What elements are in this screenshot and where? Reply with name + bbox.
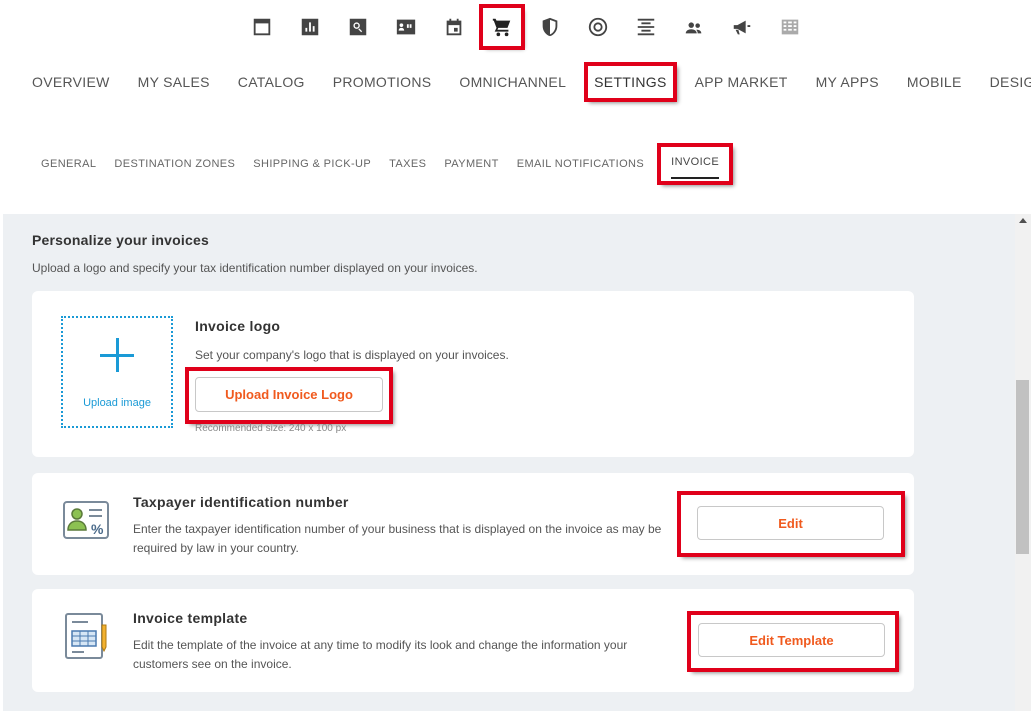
edit-template-highlight: Edit Template [687, 611, 899, 672]
invoice-logo-card: Upload image Invoice logo Set your compa… [32, 291, 914, 457]
scrollbar[interactable] [1015, 214, 1031, 711]
edit-template-button[interactable]: Edit Template [698, 623, 885, 657]
upload-invoice-logo-button[interactable]: Upload Invoice Logo [195, 377, 383, 412]
tab-email-notifications[interactable]: EMAIL NOTIFICATIONS [508, 153, 653, 175]
team-button[interactable] [670, 8, 718, 46]
page-description: Upload a logo and specify your tax ident… [32, 261, 478, 275]
scrollbar-thumb[interactable] [1016, 380, 1029, 554]
tab-invoice[interactable]: INVOICE [657, 143, 734, 185]
upload-image-dropzone[interactable]: Upload image [61, 316, 173, 428]
settings-subnav-panel: GENERAL DESTINATION ZONES SHIPPING & PIC… [2, 110, 1028, 214]
taxpayer-id-icon: % [63, 501, 109, 539]
edit-taxpayer-id-button[interactable]: Edit [697, 506, 884, 540]
search-icon [349, 18, 367, 36]
storefront-window-button[interactable] [238, 8, 286, 46]
tab-general[interactable]: GENERAL [32, 153, 105, 175]
reports-button[interactable] [286, 8, 334, 46]
invoice-template-card: Invoice template Edit the template of th… [32, 589, 914, 692]
recommended-size-note: Recommended size: 240 x 100 px [195, 423, 347, 434]
invoice-logo-description: Set your company's logo that is displaye… [195, 348, 509, 362]
storefront-window-icon [253, 18, 271, 36]
settings-tabs: GENERAL DESTINATION ZONES SHIPPING & PIC… [32, 143, 734, 185]
announcements-button[interactable] [718, 8, 766, 46]
shopping-cart-icon [492, 18, 511, 37]
nav-omnichannel[interactable]: OMNICHANNEL [445, 64, 580, 100]
invoice-template-icon [65, 613, 107, 659]
marketing-target-button[interactable] [574, 8, 622, 46]
building-icon [781, 19, 799, 35]
nav-catalog[interactable]: CATALOG [224, 64, 319, 100]
nav-design[interactable]: DESIGN [976, 64, 1031, 100]
scroll-up-arrow-icon[interactable] [1019, 218, 1027, 223]
invoice-settings-content: Personalize your invoices Upload a logo … [3, 214, 1015, 711]
search-button[interactable] [334, 8, 382, 46]
nav-my-sales[interactable]: MY SALES [124, 64, 224, 100]
megaphone-icon [733, 20, 751, 35]
taxpayer-id-card: % Taxpayer identification number Enter t… [32, 473, 914, 575]
nav-app-market[interactable]: APP MARKET [681, 64, 802, 100]
shop-button[interactable] [479, 4, 525, 50]
calendar-icon [446, 18, 462, 36]
security-button[interactable] [526, 8, 574, 46]
taxpayer-id-title: Taxpayer identification number [133, 494, 349, 510]
content-button[interactable] [622, 8, 670, 46]
taxpayer-id-description: Enter the taxpayer identification number… [133, 522, 662, 555]
invoice-template-title: Invoice template [133, 610, 248, 626]
tab-payment[interactable]: PAYMENT [435, 153, 507, 175]
invoice-template-description: Edit the template of the invoice at any … [133, 638, 628, 671]
tab-taxes[interactable]: TAXES [380, 153, 435, 175]
upload-image-label: Upload image [83, 397, 151, 409]
nav-promotions[interactable]: PROMOTIONS [319, 64, 446, 100]
nav-my-apps[interactable]: MY APPS [802, 64, 893, 100]
align-center-icon [637, 18, 655, 36]
target-radar-icon [588, 17, 608, 37]
tab-invoice-label: INVOICE [671, 151, 720, 179]
nav-overview[interactable]: OVERVIEW [18, 64, 124, 100]
plus-icon [100, 338, 134, 372]
tab-shipping-pickup[interactable]: SHIPPING & PICK-UP [244, 153, 380, 175]
shield-icon [542, 17, 558, 37]
page-title: Personalize your invoices [32, 232, 209, 248]
bar-chart-icon [301, 18, 319, 36]
upload-logo-highlight: Upload Invoice Logo [185, 367, 393, 424]
customers-button[interactable] [382, 8, 430, 46]
calendar-button[interactable] [430, 8, 478, 46]
contact-card-icon [396, 19, 416, 35]
invoice-logo-title: Invoice logo [195, 318, 281, 334]
edit-tax-highlight: Edit [677, 491, 905, 557]
tab-destination-zones[interactable]: DESTINATION ZONES [105, 153, 244, 175]
nav-mobile[interactable]: MOBILE [893, 64, 976, 100]
users-icon [685, 22, 702, 34]
main-navigation: OVERVIEW MY SALES CATALOG PROMOTIONS OMN… [18, 62, 1031, 102]
svg-text:%: % [91, 521, 104, 537]
top-icon-bar [238, 4, 814, 50]
nav-settings[interactable]: SETTINGS [584, 62, 677, 102]
business-button[interactable] [766, 8, 814, 46]
